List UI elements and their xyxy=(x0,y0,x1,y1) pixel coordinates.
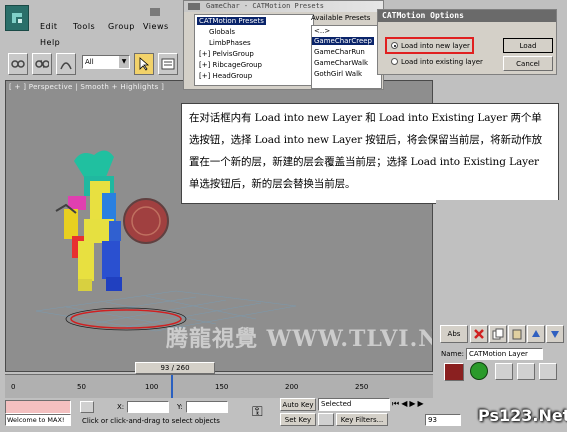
tree-item[interactable]: [+] PelvisGroup xyxy=(199,50,254,58)
layer-down-icon[interactable] xyxy=(546,325,564,343)
list-item[interactable]: GameCharWalk xyxy=(314,59,368,67)
catmotion-presets-window: GameChar - CATMotion Presets CATMotion P… xyxy=(183,0,384,90)
selected-value: Selected xyxy=(321,400,352,408)
list-item[interactable]: <..> xyxy=(314,27,330,35)
tutorial-callout: 在对话框内有 Load into new Layer 和 Load into E… xyxy=(181,103,559,204)
key-filters-button[interactable]: Key Filters... xyxy=(336,413,388,426)
x-field[interactable] xyxy=(127,401,169,413)
command-panel: Abs Name: CATMotion Layer xyxy=(436,200,565,372)
available-presets: Available Presets <..> GameCharCreep Gam… xyxy=(311,14,384,91)
current-frame-field[interactable]: 93 xyxy=(425,414,461,426)
timeline[interactable]: 93 / 260 0 50 100 150 200 250 xyxy=(5,362,433,399)
tree-item[interactable]: Globals xyxy=(209,28,235,36)
menu-group[interactable]: Group xyxy=(108,22,135,31)
paste-layer-icon[interactable] xyxy=(508,325,526,343)
name-label: Name: xyxy=(441,350,465,358)
copy-layer-icon[interactable] xyxy=(489,325,507,343)
selection-circle xyxy=(70,309,182,329)
menu-tools[interactable]: Tools xyxy=(73,22,95,31)
tick-label: 50 xyxy=(77,383,86,391)
list-item-selected[interactable]: GameCharCreep xyxy=(312,37,374,45)
link-icon[interactable] xyxy=(8,53,28,75)
timeline-ruler: 0 50 100 150 200 250 xyxy=(5,374,433,399)
right-toolbar xyxy=(384,0,567,9)
tree-root[interactable]: CATMotion Presets xyxy=(197,17,266,25)
select-by-name-icon[interactable] xyxy=(158,53,178,75)
menu-icon xyxy=(150,8,160,16)
walk-motion-icon[interactable] xyxy=(470,362,488,380)
window-icon xyxy=(188,3,200,10)
tree-item[interactable]: [+] HeadGroup xyxy=(199,72,252,80)
preset-tree[interactable]: CATMotion Presets Globals LimbPhases [+]… xyxy=(194,14,314,86)
load-button[interactable]: Load xyxy=(503,38,553,53)
radio-new-label[interactable]: Load into new layer xyxy=(401,42,470,50)
play-icon[interactable]: ▶ xyxy=(409,399,417,408)
time-marker xyxy=(171,375,173,399)
set-key-button[interactable]: Set Key xyxy=(280,413,316,426)
tick-label: 100 xyxy=(145,383,159,391)
bind-icon[interactable] xyxy=(56,53,76,75)
go-start-icon[interactable]: ⏮ xyxy=(392,399,401,408)
delete-layer-icon[interactable] xyxy=(470,325,488,343)
abs-button[interactable]: Abs xyxy=(440,325,468,343)
layer-name-field[interactable]: CATMotion Layer xyxy=(466,348,543,360)
selection-filter-dropdown[interactable]: All ▼ xyxy=(82,55,130,69)
list-item[interactable]: GameCharRun xyxy=(314,48,365,56)
key-icon[interactable]: ⚿ xyxy=(252,404,263,420)
menu-edit[interactable]: Edit xyxy=(40,22,58,31)
menu-help[interactable]: Help xyxy=(40,38,60,47)
tick-label: 150 xyxy=(215,383,229,391)
welcome-box: Welcome to MAX! xyxy=(5,414,71,426)
available-label: Available Presets xyxy=(311,14,371,22)
cat-character xyxy=(55,150,169,291)
lock-icon[interactable] xyxy=(80,401,94,413)
selected-dropdown[interactable]: Selected xyxy=(318,398,390,411)
selection-filter-value: All xyxy=(85,58,94,66)
layer-color-swatch[interactable] xyxy=(444,363,464,381)
layer-up-icon[interactable] xyxy=(527,325,545,343)
prompt-line: Click or click-and-drag to select object… xyxy=(82,417,220,425)
cancel-button[interactable]: Cancel xyxy=(503,56,553,71)
auto-key-button[interactable]: Auto Key xyxy=(280,398,316,411)
catmotion-options-dialog: CATMotion Options Load into new layer Lo… xyxy=(377,9,557,75)
main-toolbar: All ▼ xyxy=(0,51,183,78)
tick-label: 0 xyxy=(11,383,16,391)
watermark-center: 腾龍視覺 WWW.TLVI.NET xyxy=(166,326,432,352)
motion-icon-3[interactable] xyxy=(539,363,557,380)
y-label: Y: xyxy=(177,403,183,411)
key-mode-icon[interactable] xyxy=(318,413,334,426)
next-frame-icon[interactable]: ▶ xyxy=(418,399,426,408)
select-object-icon[interactable] xyxy=(134,53,154,75)
dialog-title: CATMotion Options xyxy=(378,10,556,22)
available-presets-list[interactable]: <..> GameCharCreep GameCharRun GameCharW… xyxy=(311,25,382,89)
motion-icon-1[interactable] xyxy=(495,363,513,380)
watermark-corner: Ps123.Net xyxy=(478,406,567,425)
frame-display: 93 / 260 xyxy=(160,364,190,372)
motion-icon-2[interactable] xyxy=(517,363,535,380)
unlink-icon[interactable] xyxy=(32,53,52,75)
time-slider[interactable]: 93 / 260 xyxy=(135,362,215,374)
app-icon[interactable] xyxy=(5,5,29,31)
tree-item[interactable]: [+] RibcageGroup xyxy=(199,61,262,69)
window-title: GameChar - CATMotion Presets xyxy=(184,1,383,12)
tree-item[interactable]: LimbPhases xyxy=(209,39,251,47)
radio-new-layer[interactable] xyxy=(391,42,398,49)
menu-views[interactable]: Views xyxy=(143,22,169,31)
radio-existing-label[interactable]: Load into existing layer xyxy=(401,58,483,66)
tick-label: 200 xyxy=(285,383,299,391)
maxscript-listener[interactable] xyxy=(5,400,71,414)
playback-controls: ⏮◀▶▶ xyxy=(392,399,462,411)
y-field[interactable] xyxy=(186,401,228,413)
command-panel-area xyxy=(436,200,565,320)
chevron-down-icon: ▼ xyxy=(119,56,129,68)
abs-label: Abs xyxy=(447,330,461,338)
tick-label: 250 xyxy=(355,383,369,391)
x-label: X: xyxy=(117,403,125,411)
radio-existing-layer[interactable] xyxy=(391,58,398,65)
list-item[interactable]: GothGirl Walk xyxy=(314,70,362,78)
